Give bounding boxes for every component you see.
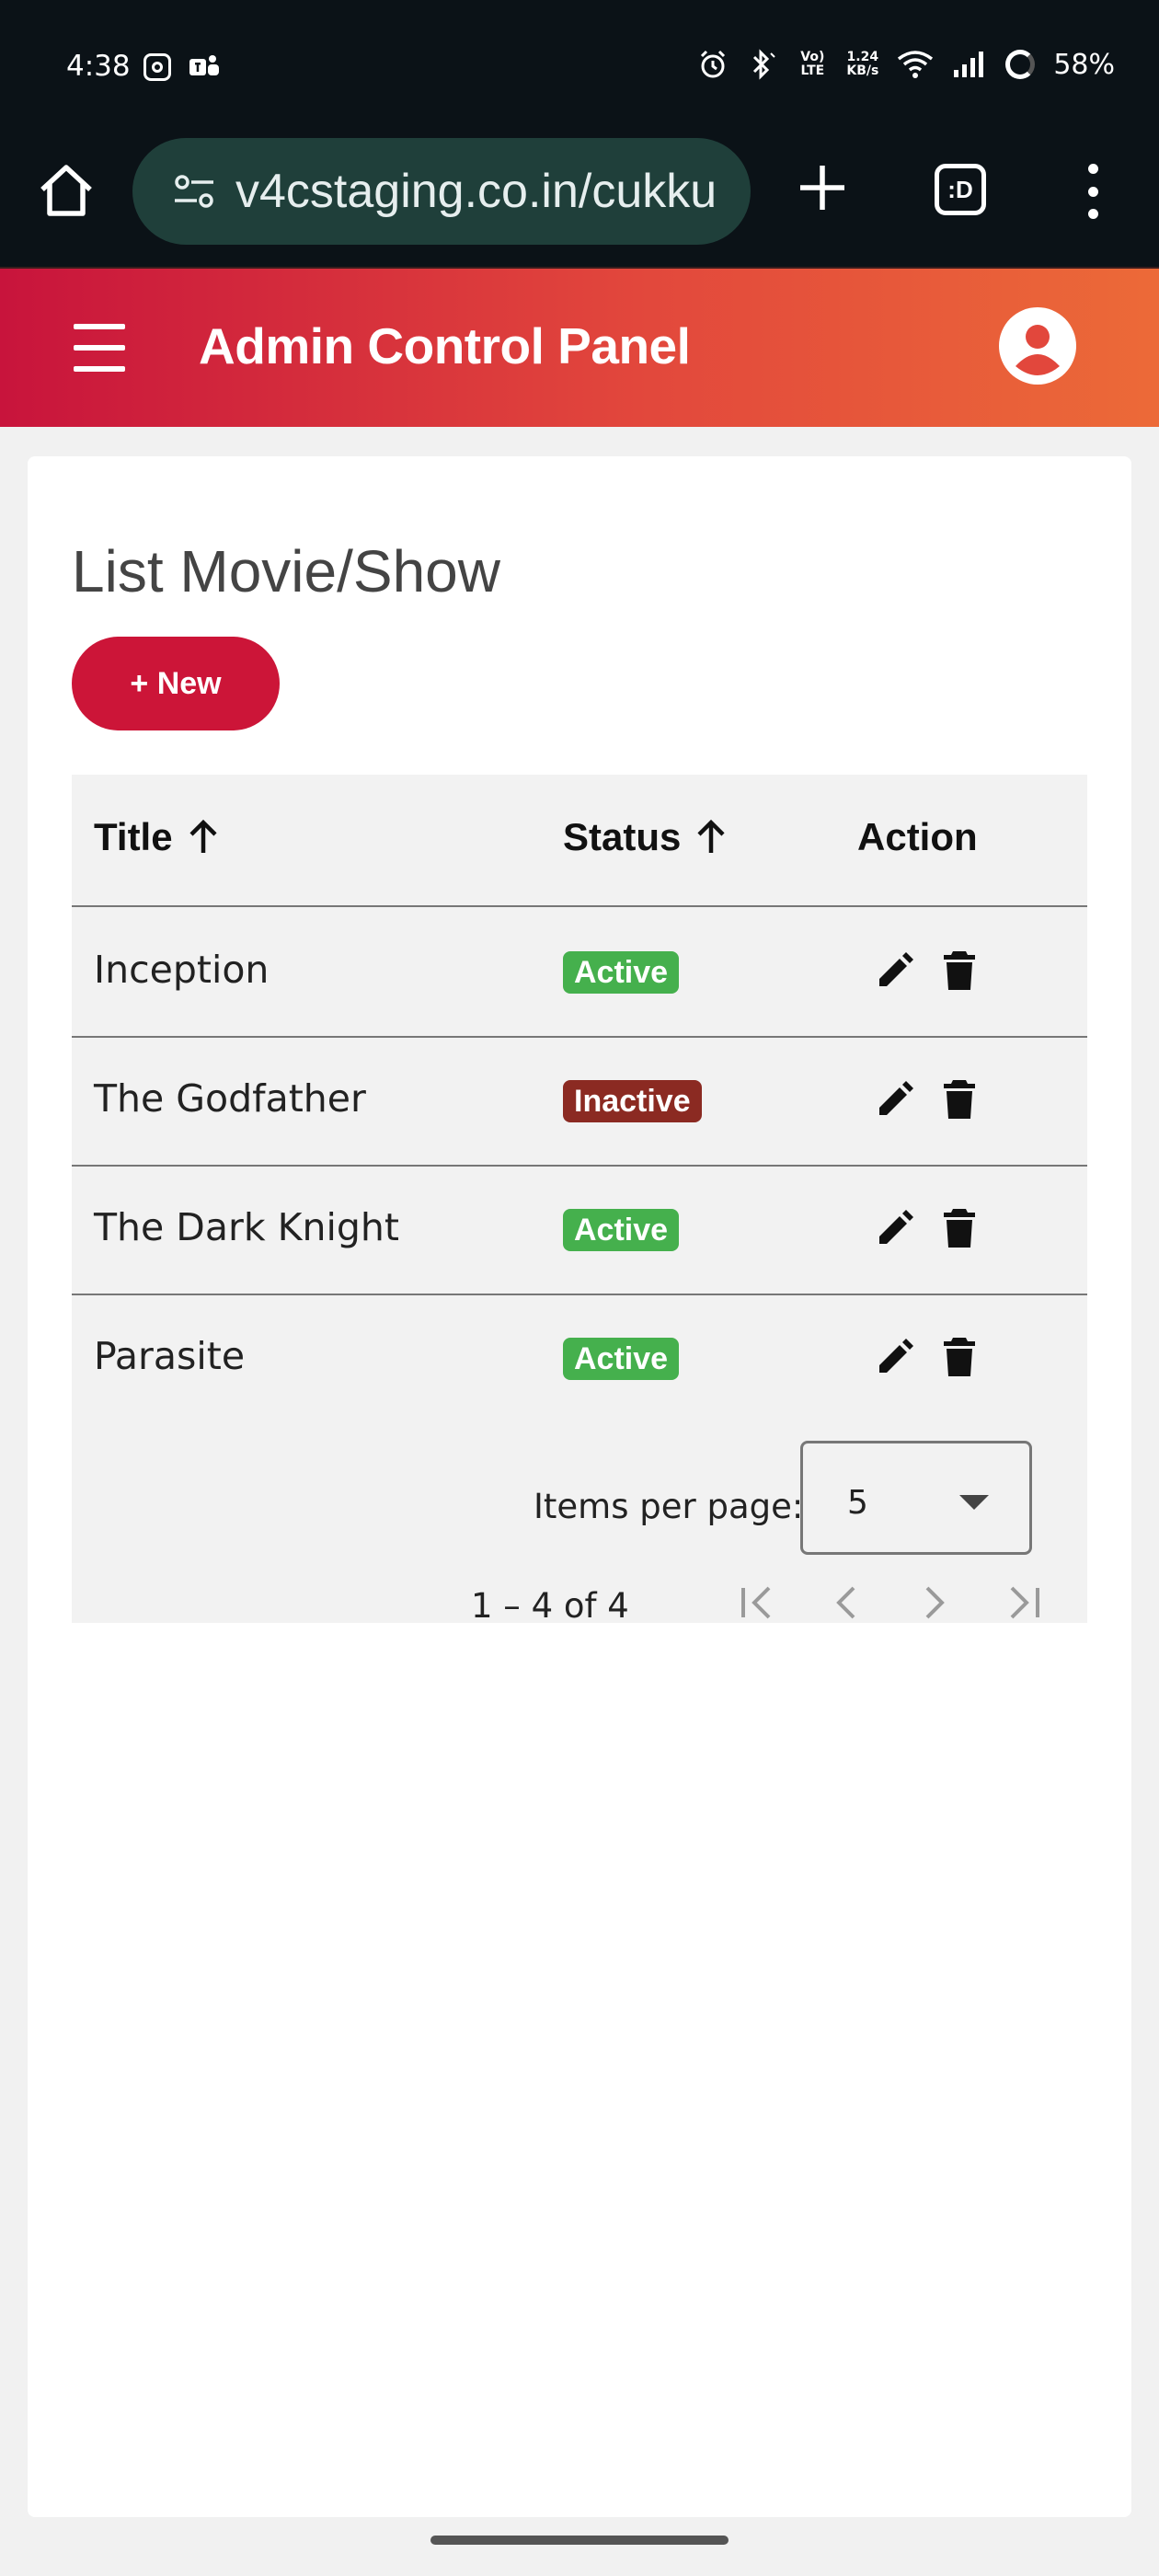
last-page-icon[interactable] [997,1577,1049,1628]
sort-arrow-up-icon [697,819,725,853]
header-status[interactable]: Status [563,815,729,859]
teams-icon [189,55,219,75]
tab-switcher-button[interactable]: :D [935,164,986,215]
url-text[interactable]: v4cstaging.co.in/cukku [235,164,717,219]
bluetooth-icon [753,49,776,80]
previous-page-icon[interactable] [820,1577,872,1628]
sort-arrow-up-icon [189,819,217,853]
page-title: List Movie/Show [72,538,500,604]
more-options-icon[interactable] [1076,164,1109,219]
volte-indicator: Vo) LTE [800,50,825,78]
signal-icon [954,52,984,77]
status-badge: Active [563,1209,680,1251]
net-speed-unit: KB/s [846,63,879,78]
row-title: Parasite [94,1334,246,1378]
header-status-label: Status [563,815,682,858]
items-per-page-value: 5 [847,1484,868,1522]
net-speed: 1.24 KB/s [846,51,878,78]
status-badge: Active [563,951,680,994]
edit-icon[interactable] [874,1338,914,1378]
row-title: The Godfather [94,1076,366,1121]
dropdown-caret-icon [959,1495,989,1510]
delete-icon[interactable] [942,1078,977,1121]
header-title-label: Title [94,815,173,858]
edit-icon[interactable] [874,951,914,992]
header-title[interactable]: Title [94,815,221,859]
app-toolbar: Admin Control Panel [0,269,1159,427]
wifi-icon [898,51,934,78]
items-per-page-select[interactable]: 5 [800,1441,1032,1555]
page-range-label: 1 – 4 of 4 [471,1586,629,1626]
edit-icon[interactable] [874,1080,914,1121]
new-button[interactable]: + New [72,637,280,730]
instagram-icon [143,53,171,81]
status-badge: Active [563,1338,680,1380]
account-icon[interactable] [997,305,1078,386]
next-page-icon[interactable] [909,1577,960,1628]
movie-table: Title Status Action Inception Active The… [72,775,1087,1626]
net-speed-value: 1.24 [846,50,879,64]
site-settings-icon[interactable] [173,173,215,210]
status-indicators: Vo) LTE 1.24 KB/s 58% [697,46,1115,83]
app-title: Admin Control Panel [199,317,691,374]
row-title: The Dark Knight [94,1205,399,1249]
table-header: Title Status Action [72,775,1087,907]
row-title: Inception [94,948,270,992]
table-row: Parasite Active [72,1295,1087,1424]
table-row: Inception Active [72,909,1087,1038]
new-tab-icon[interactable] [793,158,852,217]
browser-toolbar: v4cstaging.co.in/cukku :D [0,138,1159,269]
status-badge: Inactive [563,1080,702,1122]
delete-icon[interactable] [942,1207,977,1249]
menu-icon[interactable] [74,324,125,372]
alarm-icon [701,50,726,78]
status-bar: 4:38 Vo) LTE 1.24 KB/s 58% [0,0,1159,138]
battery-icon [1005,50,1036,79]
battery-level: 58% [1053,48,1115,81]
header-action: Action [857,815,978,859]
header-action-label: Action [857,815,978,858]
paginator: Items per page: 5 1 – 4 of 4 [72,1420,1087,1626]
home-icon[interactable] [35,160,98,223]
table-row: The Dark Knight Active [72,1167,1087,1295]
address-bar[interactable]: v4cstaging.co.in/cukku [132,138,751,245]
delete-icon[interactable] [942,1336,977,1378]
items-per-page-label: Items per page: [534,1487,804,1526]
first-page-icon[interactable] [732,1577,784,1628]
edit-icon[interactable] [874,1209,914,1249]
home-indicator[interactable] [430,2536,729,2545]
delete-icon[interactable] [942,949,977,992]
table-row: The Godfather Inactive [72,1038,1087,1167]
status-time: 4:38 [66,50,131,83]
